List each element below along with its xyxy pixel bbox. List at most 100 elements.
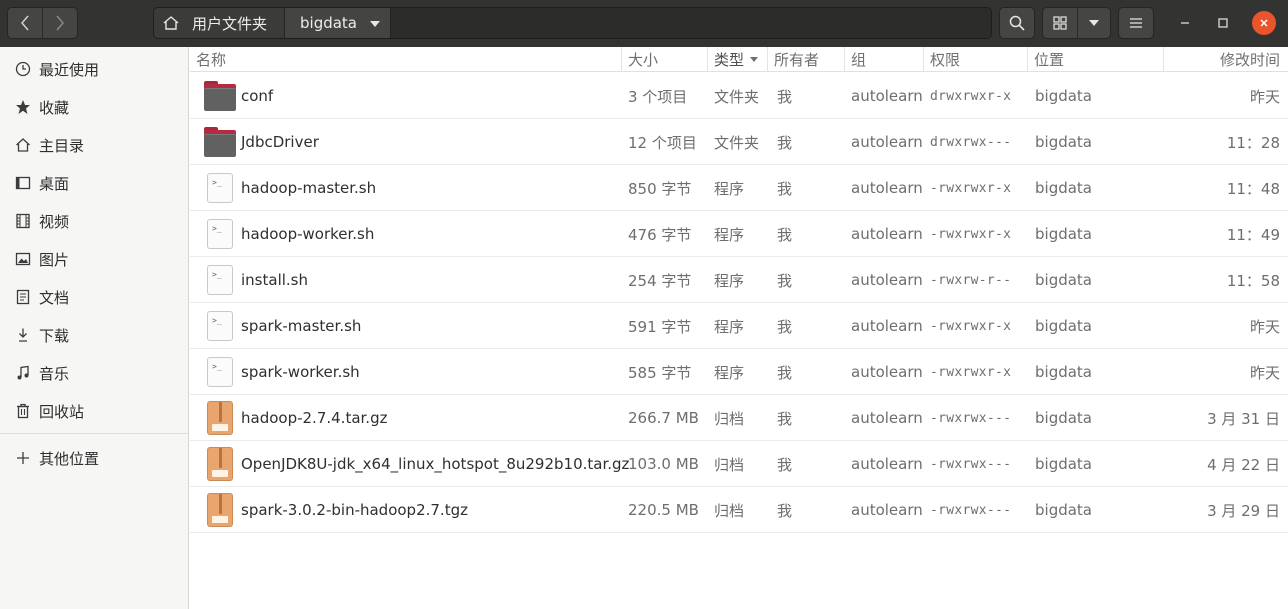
file-icon-cell: >_ (204, 303, 236, 349)
sidebar-item-label: 收藏 (39, 98, 70, 117)
column-label: 组 (851, 51, 867, 69)
sidebar-item-label: 回收站 (39, 402, 85, 421)
sidebar-item-pictures[interactable]: 图片 (0, 240, 188, 278)
archive-file-icon (207, 493, 233, 527)
file-type: 程序 (714, 179, 745, 198)
search-button[interactable] (999, 7, 1035, 39)
sidebar-item-documents[interactable]: 文档 (0, 278, 188, 316)
column-label: 名称 (196, 51, 227, 69)
column-group[interactable]: 组 (845, 47, 924, 72)
file-type: 归档 (714, 409, 745, 428)
document-icon (15, 289, 31, 305)
breadcrumb-current[interactable]: bigdata (285, 8, 391, 38)
file-type: 程序 (714, 317, 745, 336)
sidebar-item-recent[interactable]: 最近使用 (0, 50, 188, 88)
path-bar: 用户文件夹 bigdata (153, 7, 992, 39)
sidebar-item-music[interactable]: 音乐 (0, 354, 188, 392)
file-row[interactable]: >_ spark-master.sh 591 字节 程序 我 autolearn -rwxr… (190, 303, 1288, 349)
chevron-down-icon (370, 21, 380, 27)
archive-file-icon (207, 447, 233, 481)
file-name: hadoop-2.7.4.tar.gz (241, 409, 388, 427)
file-modified: 3 月 31 日 (1207, 409, 1280, 428)
file-row[interactable]: spark-3.0.2-bin-hadoop2.7.tgz 220.5 MB 归档 我… (190, 487, 1288, 533)
file-name: install.sh (241, 271, 308, 289)
script-file-icon: >_ (207, 357, 233, 387)
view-options-button[interactable] (1077, 7, 1111, 39)
file-owner: 我 (777, 87, 793, 106)
sidebar-item-label: 主目录 (39, 136, 85, 155)
sidebar-item-desktop[interactable]: 桌面 (0, 164, 188, 202)
file-row[interactable]: >_ hadoop-master.sh 850 字节 程序 我 autolearn -rwx… (190, 165, 1288, 211)
file-permissions: -rwxrwxr-x (930, 180, 1012, 196)
column-permissions[interactable]: 权限 (924, 47, 1028, 72)
chevron-right-icon (56, 15, 64, 31)
file-row[interactable]: >_ install.sh 254 字节 程序 我 autolearn -rwxrw-r--… (190, 257, 1288, 303)
file-type: 程序 (714, 271, 745, 290)
file-size: 3 个项目 (628, 87, 688, 106)
file-row[interactable]: hadoop-2.7.4.tar.gz 266.7 MB 归档 我 autolearn -… (190, 395, 1288, 441)
column-location[interactable]: 位置 (1028, 47, 1164, 72)
sidebar-item-label: 其他位置 (39, 449, 100, 468)
file-group: autolearn (851, 87, 923, 105)
column-modified[interactable]: 修改时间 (1164, 47, 1288, 72)
file-row[interactable]: >_ spark-worker.sh 585 字节 程序 我 autolearn -rwxr… (190, 349, 1288, 395)
sidebar-item-label: 桌面 (39, 174, 70, 193)
sidebar: 最近使用 收藏 主目录 桌面 视频 图片 文档 下载 音乐 回收站 其他位置 (0, 47, 189, 609)
file-group: autolearn (851, 501, 923, 519)
close-button[interactable] (1252, 11, 1276, 35)
file-permissions: -rwxrwx--- (930, 456, 1012, 472)
file-type: 文件夹 (714, 87, 760, 106)
file-permissions: -rwxrwxr-x (930, 226, 1012, 242)
star-icon (15, 99, 31, 115)
file-row[interactable]: JdbcDriver 12 个项目 文件夹我 autolearn drwxrwx--- b… (190, 119, 1288, 165)
sidebar-item-videos[interactable]: 视频 (0, 202, 188, 240)
sidebar-item-home[interactable]: 主目录 (0, 126, 188, 164)
file-size: 220.5 MB (628, 501, 699, 519)
file-size: 591 字节 (628, 317, 692, 336)
main-menu-button[interactable] (1118, 7, 1154, 39)
hamburger-icon (1130, 18, 1142, 28)
column-owner[interactable]: 所有者 (768, 47, 845, 72)
file-name: JdbcDriver (241, 133, 319, 151)
sidebar-item-label: 音乐 (39, 364, 70, 383)
minimize-button[interactable] (1173, 11, 1197, 35)
archive-file-icon (207, 401, 233, 435)
file-icon-cell (204, 119, 236, 165)
sidebar-item-downloads[interactable]: 下载 (0, 316, 188, 354)
sidebar-item-starred[interactable]: 收藏 (0, 88, 188, 126)
file-name: conf (241, 87, 274, 105)
breadcrumb-home[interactable]: 用户文件夹 (154, 8, 285, 38)
column-label: 所有者 (774, 51, 820, 69)
file-group: autolearn (851, 363, 923, 381)
file-row[interactable]: OpenJDK8U-jdk_x64_linux_hotspot_8u292b10… (190, 441, 1288, 487)
back-button[interactable] (7, 7, 43, 39)
file-row[interactable]: conf 3 个项目 文件夹我 autolearn drwxrwxr-x bigdata 昨… (190, 73, 1288, 119)
search-icon (1009, 15, 1025, 31)
file-type: 文件夹 (714, 133, 760, 152)
column-type[interactable]: 类型 (708, 47, 768, 72)
file-size: 254 字节 (628, 271, 692, 290)
file-icon-cell (204, 395, 236, 441)
maximize-button[interactable] (1211, 11, 1235, 35)
column-size[interactable]: 大小 (622, 47, 708, 72)
file-owner: 我 (777, 317, 793, 336)
sidebar-item-other-locations[interactable]: 其他位置 (0, 439, 188, 477)
file-row[interactable]: >_ hadoop-worker.sh 476 字节 程序 我 autolearn -rwx… (190, 211, 1288, 257)
view-toggle-button[interactable] (1042, 7, 1078, 39)
file-permissions: drwxrwxr-x (930, 88, 1012, 104)
grid-icon (1053, 16, 1067, 30)
file-location: bigdata (1035, 87, 1092, 105)
column-name[interactable]: 名称 (190, 47, 622, 72)
file-owner: 我 (777, 455, 793, 474)
file-icon-cell: >_ (204, 211, 236, 257)
file-location: bigdata (1035, 501, 1092, 519)
forward-button[interactable] (42, 7, 78, 39)
file-type: 归档 (714, 501, 745, 520)
file-icon-cell (204, 487, 236, 533)
sidebar-item-trash[interactable]: 回收站 (0, 392, 188, 430)
file-list: 名称 大小 类型 所有者 组 权限 位置 修改时间 conf 3 个项目 文件夹我 a… (190, 47, 1288, 609)
script-file-icon: >_ (207, 173, 233, 203)
file-location: bigdata (1035, 179, 1092, 197)
file-name: spark-master.sh (241, 317, 362, 335)
column-label: 大小 (628, 51, 659, 69)
